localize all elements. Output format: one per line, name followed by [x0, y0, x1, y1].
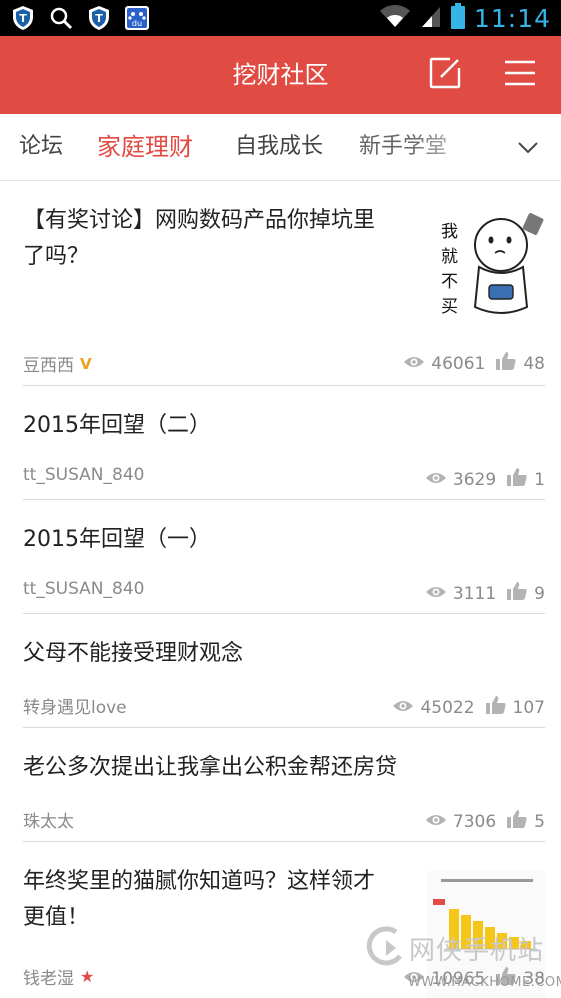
- post-list: 【有奖讨论】网购数码产品你掉坑里了吗？ 我 就 不 买 豆西西 V 46061 …: [0, 181, 561, 998]
- views-stat: 7306: [425, 812, 496, 832]
- thumb-char: 不: [441, 272, 458, 292]
- likes-count: 9: [534, 583, 545, 604]
- post-title: 年终奖里的猫腻你知道吗？这样领才更值！: [23, 869, 376, 930]
- views-count: 3629: [452, 469, 497, 490]
- views-count: 3111: [452, 583, 497, 604]
- post-author: 转身遇见love: [23, 693, 127, 718]
- svg-text:T: T: [95, 12, 103, 25]
- svg-text:T: T: [19, 12, 27, 25]
- likes-stat[interactable]: 107: [485, 695, 545, 720]
- wifi-icon: [378, 3, 412, 33]
- chevron-down-icon[interactable]: [515, 134, 541, 160]
- likes-count: 5: [534, 811, 545, 832]
- post-author: 豆西西 V: [23, 351, 92, 377]
- tab-self-growth[interactable]: 自我成长: [235, 114, 323, 180]
- clock: 11:14: [473, 3, 551, 33]
- thumbs-up-icon: [506, 581, 528, 606]
- post-author: tt_SUSAN_840: [23, 579, 144, 599]
- likes-count: 48: [523, 353, 545, 374]
- views-stat: 45022: [392, 697, 475, 718]
- category-tabs: 论坛 家庭理财 自我成长 新手学堂: [0, 114, 561, 181]
- watermark-logo-icon: [366, 926, 406, 974]
- post-stats: 3111 9: [425, 581, 545, 606]
- post-stats: 46061 48: [403, 351, 545, 376]
- list-item[interactable]: 【有奖讨论】网购数码产品你掉坑里了吗？ 我 就 不 买 豆西西 V 46061 …: [0, 181, 561, 386]
- tab-forum[interactable]: 论坛: [19, 114, 63, 180]
- post-stats: 3629 1: [425, 467, 545, 492]
- eye-icon: [403, 354, 425, 374]
- tab-family-finance[interactable]: 家庭理财: [97, 114, 193, 180]
- baidu-icon: du: [124, 4, 150, 32]
- post-author: 珠太太: [23, 807, 74, 832]
- battery-icon: [450, 2, 466, 34]
- page-title: 挖财社区: [232, 61, 329, 89]
- watermark: 网侠手机站 WWW.HACKHOME.COM: [366, 922, 561, 998]
- svg-text:du: du: [132, 19, 142, 28]
- list-item[interactable]: 2015年回望（一） tt_SUSAN_840 3111 9: [0, 500, 561, 614]
- author-name: 珠太太: [23, 812, 74, 832]
- thumbs-up-icon: [495, 351, 517, 376]
- author-name: tt_SUSAN_840: [23, 465, 145, 485]
- tabs-fade: [410, 114, 490, 180]
- thumb-char: 买: [441, 297, 458, 317]
- thumbs-up-icon: [485, 695, 507, 720]
- author-name: 钱老湿: [23, 969, 74, 989]
- app-header: 挖财社区: [0, 36, 561, 114]
- eye-icon: [425, 470, 447, 490]
- watermark-text: 网侠手机站: [409, 936, 545, 966]
- search-icon: [48, 4, 74, 32]
- post-title: 老公多次提出让我拿出公积金帮还房贷: [23, 755, 398, 780]
- compose-icon: [428, 56, 462, 94]
- post-author: 钱老湿 ★: [23, 964, 94, 989]
- views-count: 46061: [431, 353, 486, 374]
- status-bar: T T du 11:14: [0, 0, 561, 36]
- thumbs-up-icon: [506, 809, 528, 834]
- likes-stat[interactable]: 1: [506, 467, 545, 492]
- likes-stat[interactable]: 5: [506, 809, 545, 834]
- eye-icon: [425, 584, 447, 604]
- thumb-char: 我: [441, 222, 458, 242]
- list-item[interactable]: 父母不能接受理财观念 转身遇见love 45022 107: [0, 614, 561, 728]
- author-name: 豆西西: [23, 356, 74, 376]
- watermark-url: WWW.HACKHOME.COM: [408, 975, 561, 990]
- signal-icon: [420, 3, 442, 33]
- author-name: tt_SUSAN_840: [23, 579, 145, 599]
- views-stat: 3111: [425, 584, 496, 604]
- post-stats: 45022 107: [392, 695, 545, 720]
- likes-stat[interactable]: 9: [506, 581, 545, 606]
- shield-icon: T: [10, 4, 36, 32]
- views-stat: 3629: [425, 470, 496, 490]
- author-name: 转身遇见love: [23, 698, 127, 718]
- views-count: 7306: [452, 811, 497, 832]
- views-count: 45022: [420, 697, 475, 718]
- eye-icon: [425, 812, 447, 832]
- thumb-char: 就: [441, 247, 458, 267]
- list-item[interactable]: 老公多次提出让我拿出公积金帮还房贷 珠太太 7306 5: [0, 728, 561, 842]
- views-stat: 46061: [403, 354, 485, 374]
- post-thumbnail: 我 就 不 买: [427, 207, 545, 322]
- shield-icon: T: [86, 4, 112, 32]
- post-title: 2015年回望（二）: [23, 413, 211, 438]
- thumbnail-image: 我 就 不 买: [427, 207, 545, 322]
- eye-icon: [392, 698, 414, 718]
- likes-stat[interactable]: 48: [495, 351, 545, 376]
- star-badge: ★: [80, 967, 95, 986]
- post-author: tt_SUSAN_840: [23, 465, 144, 485]
- compose-button[interactable]: [425, 55, 465, 95]
- menu-button[interactable]: [500, 55, 540, 95]
- likes-count: 107: [512, 697, 545, 718]
- list-item[interactable]: 2015年回望（二） tt_SUSAN_840 3629 1: [0, 386, 561, 500]
- likes-count: 1: [534, 469, 545, 490]
- post-title: 2015年回望（一）: [23, 527, 211, 552]
- menu-icon: [503, 58, 537, 92]
- verified-badge: V: [80, 354, 92, 373]
- post-title: 父母不能接受理财观念: [23, 641, 244, 666]
- post-title: 【有奖讨论】网购数码产品你掉坑里了吗？: [23, 208, 376, 269]
- post-stats: 7306 5: [425, 809, 545, 834]
- thumbs-up-icon: [506, 467, 528, 492]
